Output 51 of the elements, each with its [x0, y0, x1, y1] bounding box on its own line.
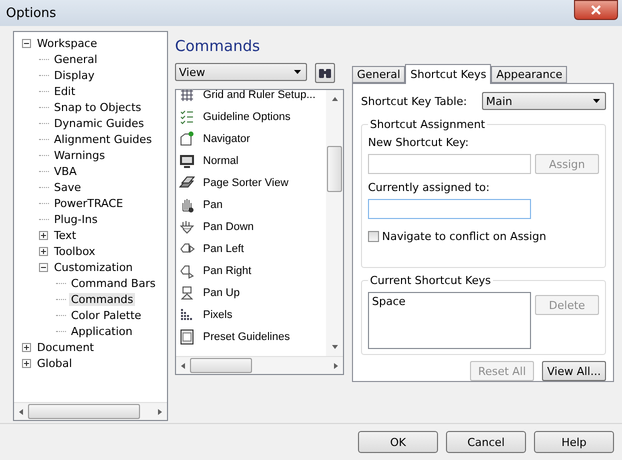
tree-item[interactable]: Color Palette	[69, 308, 144, 322]
command-item[interactable]: Preset Guidelines	[203, 331, 290, 343]
tree-item[interactable]: Alignment Guides	[52, 132, 154, 146]
group-title: Current Shortcut Keys	[368, 274, 493, 288]
command-item[interactable]: Grid and Ruler Setup...	[203, 90, 316, 101]
tab[interactable]: Shortcut Keys	[405, 64, 492, 84]
command-item[interactable]: Pixels	[203, 309, 232, 321]
command-item[interactable]: Pan Left	[203, 243, 244, 255]
command-item[interactable]: Navigator	[203, 133, 250, 145]
tree-item[interactable]: Snap to Objects	[52, 100, 144, 114]
tree-item[interactable]: Customization	[52, 260, 135, 274]
tree-item[interactable]: Dynamic Guides	[52, 116, 146, 130]
tree-item[interactable]: Workspace	[35, 36, 100, 50]
command-item[interactable]: Pan	[203, 199, 223, 211]
tree-item[interactable]: Toolbox	[52, 244, 98, 258]
tree-item[interactable]: Display	[52, 68, 97, 82]
dialog-button[interactable]: Help	[534, 431, 614, 453]
tree-item[interactable]: Global	[35, 356, 74, 370]
tree-item[interactable]: Command Bars	[69, 276, 158, 290]
field-label: New Shortcut Key:	[368, 136, 470, 149]
command-item[interactable]: Guideline Options	[203, 111, 290, 123]
tree-item[interactable]: Edit	[52, 84, 78, 98]
command-item[interactable]: Normal	[203, 155, 238, 167]
shortcut-table-dropdown[interactable]: Main	[482, 92, 606, 110]
page-heading: Commands	[175, 37, 261, 55]
tree-item[interactable]: General	[52, 52, 100, 66]
view-all-button[interactable]: View All...	[542, 361, 606, 381]
tree-item[interactable]: Plug-Ins	[52, 212, 100, 226]
tree-item[interactable]: VBA	[52, 164, 79, 178]
command-item[interactable]: Pan Right	[203, 265, 252, 277]
checkbox-label: Navigate to conflict on Assign	[382, 230, 546, 243]
command-item[interactable]: Page Sorter View	[203, 177, 288, 189]
group-title: Shortcut Assignment	[368, 118, 488, 131]
tree-item[interactable]: Text	[52, 228, 78, 242]
tab[interactable]: Appearance	[491, 66, 568, 83]
field-label: Shortcut Key Table:	[361, 94, 467, 108]
tree-item[interactable]: Warnings	[52, 148, 107, 162]
tree-item[interactable]: PowerTRACE	[52, 196, 126, 210]
field-label: Currently assigned to:	[368, 181, 491, 194]
shortcut-item[interactable]: Space	[372, 295, 527, 308]
tree-item[interactable]: Save	[52, 180, 84, 194]
command-item[interactable]: Pan Down	[203, 221, 254, 233]
dialog-button[interactable]: Cancel	[446, 431, 526, 453]
tab[interactable]: General	[352, 66, 406, 83]
tree-item[interactable]: Application	[69, 324, 134, 338]
dialog-button[interactable]: OK	[358, 431, 438, 453]
command-item[interactable]: Pan Up	[203, 287, 240, 299]
category-dropdown[interactable]: View	[175, 63, 307, 81]
window-title: Options	[6, 6, 56, 20]
tree-item[interactable]: Commands	[69, 292, 136, 306]
tree-item[interactable]: Document	[35, 340, 96, 354]
